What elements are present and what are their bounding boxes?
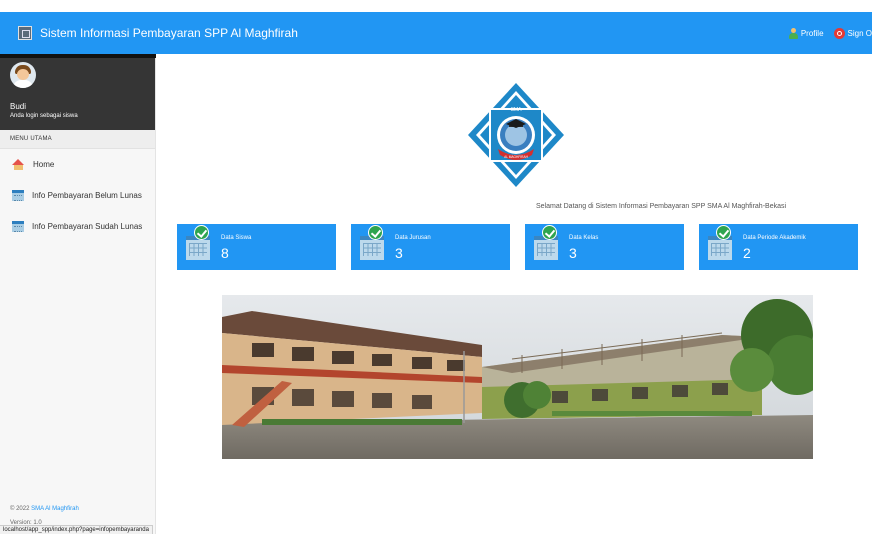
user-panel: Budi Anda login sebagai siswa <box>0 54 156 130</box>
school-emblem: SMA AL MAGHFIRAH <box>468 83 564 187</box>
app-logo-icon <box>18 26 32 40</box>
app-page: Sistem Informasi Pembayaran SPP Al Maghf… <box>0 0 872 534</box>
calendar-icon <box>12 221 24 232</box>
check-icon <box>716 225 731 240</box>
sidebar-item-sudah-lunas[interactable]: Info Pembayaran Sudah Lunas <box>0 211 155 242</box>
sidebar-item-label: Home <box>33 160 55 169</box>
top-navbar: Sistem Informasi Pembayaran SPP Al Maghf… <box>0 12 872 54</box>
sidebar-item-label: Info Pembayaran Belum Lunas <box>32 191 142 200</box>
card-value: 8 <box>221 245 229 261</box>
signout-link[interactable]: Sign O <box>833 27 872 39</box>
signout-label: Sign O <box>847 28 872 38</box>
card-data-kelas[interactable]: Data Kelas 3 <box>525 224 684 270</box>
calendar-icon <box>360 236 384 260</box>
user-name: Budi <box>10 102 27 111</box>
card-value: 3 <box>395 245 403 261</box>
check-icon <box>368 225 383 240</box>
card-data-jurusan[interactable]: Data Jurusan 3 <box>351 224 510 270</box>
status-url-bar: localhost/app_spp/index.php?page=infopem… <box>0 525 153 534</box>
welcome-text: Selamat Datang di Sistem Informasi Pemba… <box>536 203 787 210</box>
sidebar: Budi Anda login sebagai siswa MENU UTAMA… <box>0 54 156 534</box>
card-label: Data Siswa <box>221 235 252 241</box>
profile-link[interactable]: Profile <box>788 27 824 39</box>
avatar <box>10 62 36 88</box>
footer-copyright: © 2022 SMA Al Maghfirah <box>10 506 79 512</box>
card-label: Data Periode Akademik <box>743 235 806 241</box>
school-building-photo <box>222 295 813 459</box>
brand[interactable]: Sistem Informasi Pembayaran SPP Al Maghf… <box>0 26 298 40</box>
user-role: Anda login sebagai siswa <box>10 113 78 119</box>
profile-label: Profile <box>800 28 824 38</box>
sidebar-item-label: Info Pembayaran Sudah Lunas <box>32 222 143 231</box>
app-title: Sistem Informasi Pembayaran SPP Al Maghf… <box>40 26 298 40</box>
user-icon <box>788 27 798 39</box>
check-icon <box>542 225 557 240</box>
calendar-icon <box>12 190 24 201</box>
info-cards: Data Siswa 8 Data Jurusan 3 Data Kelas 3… <box>177 224 860 272</box>
calendar-icon <box>186 236 210 260</box>
card-data-periode-akademik[interactable]: Data Periode Akademik 2 <box>699 224 858 270</box>
check-icon <box>194 225 209 240</box>
emblem-text-bottom: AL MAGHFIRAH <box>504 155 528 159</box>
card-data-siswa[interactable]: Data Siswa 8 <box>177 224 336 270</box>
sidebar-item-belum-lunas[interactable]: Info Pembayaran Belum Lunas <box>0 180 155 211</box>
calendar-icon <box>708 236 732 260</box>
footer-school-link[interactable]: SMA Al Maghfirah <box>31 506 79 512</box>
emblem-text-top: SMA <box>511 107 523 113</box>
card-value: 3 <box>569 245 577 261</box>
calendar-icon <box>534 236 558 260</box>
card-value: 2 <box>743 245 751 261</box>
home-icon <box>12 159 25 170</box>
card-label: Data Kelas <box>569 235 599 241</box>
menu-header: MENU UTAMA <box>0 130 155 149</box>
sidebar-item-home[interactable]: Home <box>0 149 155 180</box>
card-label: Data Jurusan <box>395 235 431 241</box>
power-icon <box>833 27 845 39</box>
